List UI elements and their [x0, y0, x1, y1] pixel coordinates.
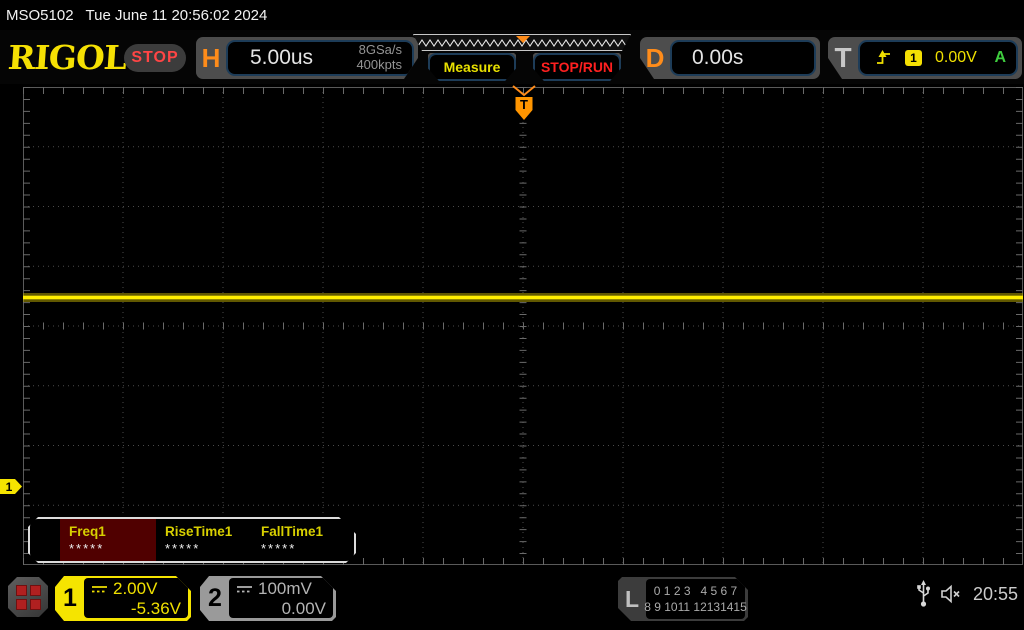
channel2-offset: 0.00V [281, 599, 326, 618]
channel1-scale: 2.00V [113, 579, 158, 598]
trigger-source-badge: 1 [905, 50, 922, 66]
measurement-item-freq1[interactable]: Freq1 ***** [60, 519, 156, 561]
dc-coupling-icon [91, 584, 108, 594]
horizontal-settings[interactable]: H 5.00us 8GSa/s 400kpts [196, 37, 418, 79]
rising-edge-icon [877, 50, 890, 64]
logic-row-8-15: 8 9 1011 12131415 [644, 600, 747, 614]
run-state-badge[interactable]: STOP [124, 44, 186, 72]
timebase-value: 5.00us [250, 46, 314, 69]
channel2-number: 2 [208, 584, 222, 612]
trigger-box[interactable]: 1 0.00V A [858, 40, 1018, 76]
memory-position-strip[interactable] [413, 34, 631, 51]
channel1-offset: -5.36V [130, 599, 181, 618]
trigger-label: T [834, 42, 852, 73]
stop-run-button[interactable]: STOP/RUN [533, 53, 621, 81]
svg-text:T: T [520, 97, 528, 112]
measurement-value: ***** [69, 541, 105, 556]
ch1-ground-marker[interactable]: 1 [0, 478, 23, 495]
menu-grid-icon [16, 585, 41, 610]
measurement-label: Freq1 [69, 524, 106, 539]
datetime: Tue June 11 20:56:02 2024 [85, 6, 268, 24]
channel1-values: 2.00V -5.36V [84, 578, 188, 618]
timebase-box[interactable]: 5.00us 8GSa/s 400kpts [226, 40, 414, 76]
measurement-item-risetime1[interactable]: RiseTime1 ***** [156, 519, 252, 561]
trigger-settings[interactable]: T 1 0.00V A [828, 37, 1022, 79]
graticule [23, 87, 1023, 565]
dc-coupling-icon [236, 584, 253, 594]
trigger-sweep-mode: A [994, 49, 1006, 66]
logic-analyzer-status[interactable]: L 0 1 2 3 4 5 6 7 8 9 1011 12131415 [618, 577, 748, 621]
channel1-status[interactable]: 1 2.00V -5.36V [55, 576, 191, 621]
memory-waveform-icon [414, 35, 632, 52]
measurement-label: RiseTime1 [165, 524, 233, 539]
trigger-level: 0.00V [935, 49, 977, 66]
ch1-waveform-trace[interactable] [23, 293, 1023, 302]
acquisition-info: 8GSa/s 400kpts [356, 43, 412, 73]
delay-label: D [645, 42, 665, 73]
measurement-label: FallTime1 [261, 524, 324, 539]
logic-row-0-7: 0 1 2 3 4 5 6 7 [653, 584, 738, 598]
logic-label: L [624, 585, 640, 612]
logic-channel-numbers: 0 1 2 3 4 5 6 7 8 9 1011 12131415 [646, 579, 745, 619]
rigol-logo: RIGOL [6, 38, 128, 77]
bottom-status-bar: 1 2.00V -5.36V 2 100mV 0.00V L 0 1 2 3 4… [0, 570, 1024, 630]
svg-text:1: 1 [6, 480, 13, 494]
measurement-panel: Freq1 ***** RiseTime1 ***** FallTime1 **… [28, 517, 356, 563]
delay-box[interactable]: 0.00s [670, 40, 816, 76]
measurement-item-falltime1[interactable]: FallTime1 ***** [252, 519, 348, 561]
top-info-bar: MSO5102 Tue June 11 20:56:02 2024 [0, 0, 1024, 30]
sample-rate: 8GSa/s [358, 42, 402, 58]
usb-icon[interactable] [916, 580, 931, 608]
header-bar: RIGOL STOP H 5.00us 8GSa/s 400kpts Measu… [0, 30, 1024, 84]
channel2-scale: 100mV [258, 579, 312, 598]
trigger-position-marker[interactable]: T [511, 85, 537, 125]
sound-muted-icon[interactable] [940, 584, 964, 604]
system-tray: 20:55 [916, 580, 1018, 608]
memory-depth: 400kpts [356, 57, 402, 72]
horizontal-label: H [201, 42, 221, 73]
oscilloscope-screen: MSO5102 Tue June 11 20:56:02 2024 RIGOL … [0, 0, 1024, 630]
menu-grid-button[interactable] [8, 577, 48, 617]
channel2-status[interactable]: 2 100mV 0.00V [200, 576, 336, 621]
clock: 20:55 [972, 583, 1018, 604]
channel2-values: 100mV 0.00V [229, 578, 333, 618]
model-name: MSO5102 [6, 6, 74, 24]
measure-button[interactable]: Measure [428, 53, 516, 81]
delay-value: 0.00s [692, 46, 744, 69]
measurement-value: ***** [261, 541, 297, 556]
channel1-number: 1 [63, 584, 77, 612]
delay-settings[interactable]: D 0.00s [640, 37, 820, 79]
measurement-value: ***** [165, 541, 201, 556]
